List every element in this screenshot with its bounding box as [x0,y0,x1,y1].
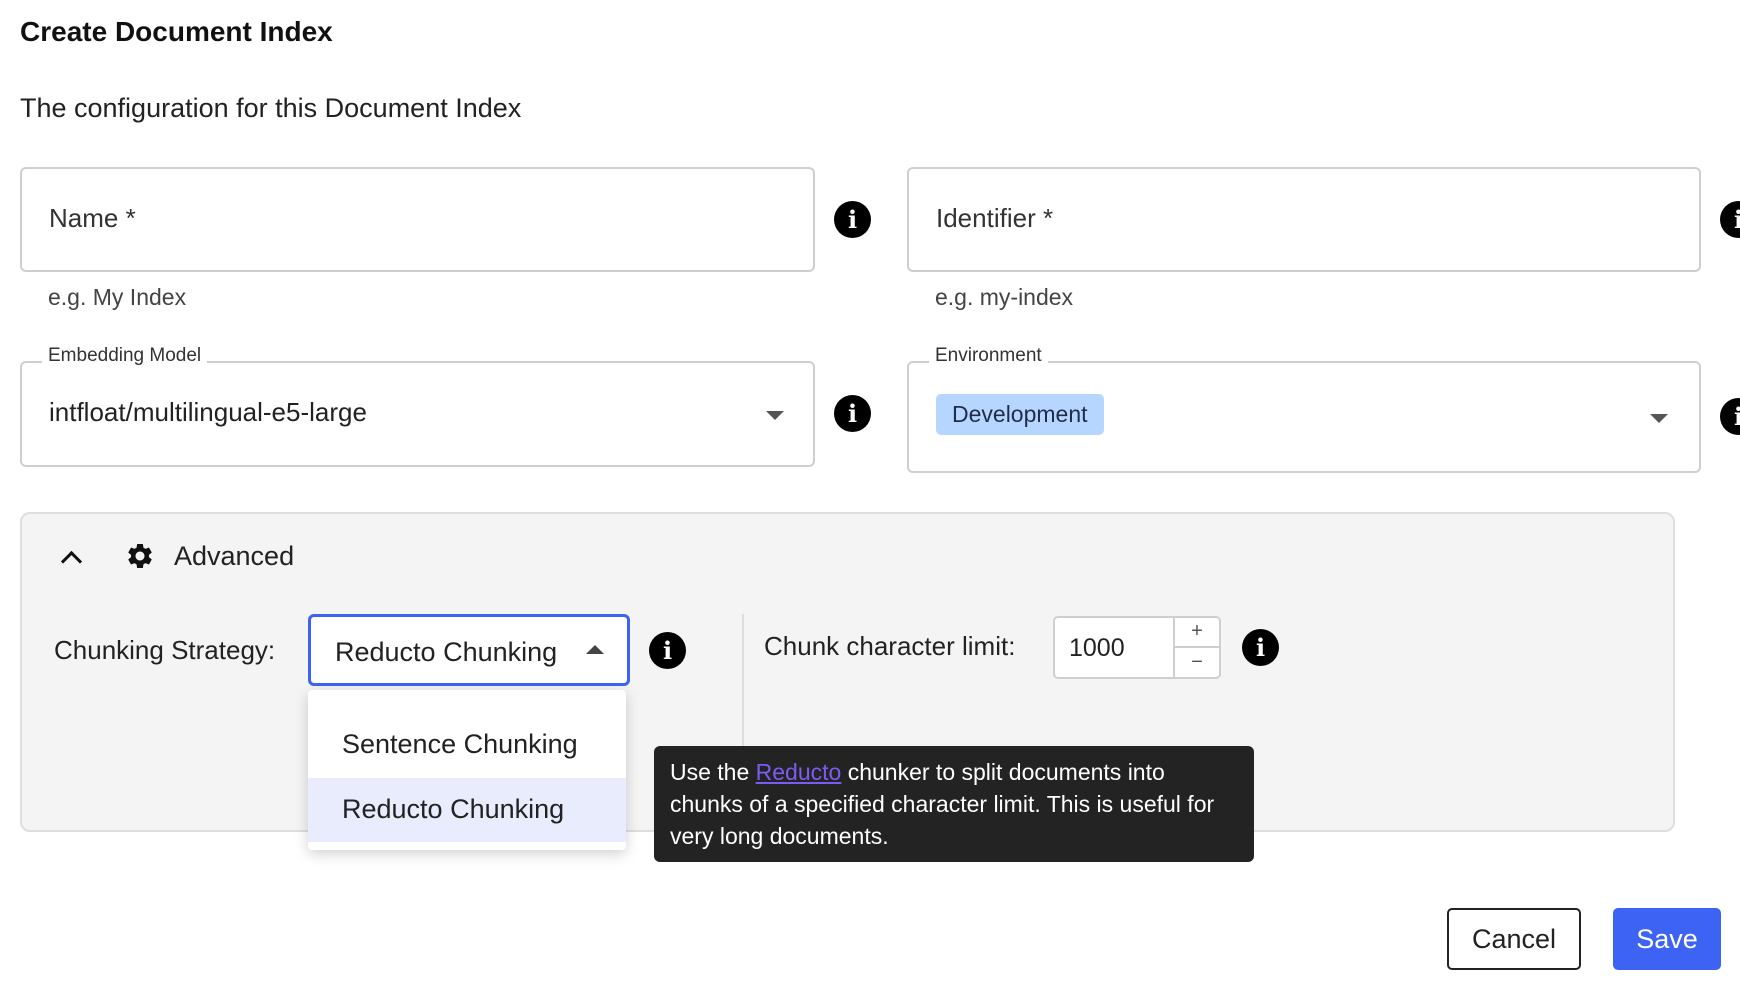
cancel-button[interactable]: Cancel [1447,908,1581,970]
chunk-limit-info-icon[interactable]: i [1242,629,1279,666]
caret-down-icon[interactable] [766,411,784,420]
chunk-limit-stepper: + − [1173,618,1219,677]
advanced-label[interactable]: Advanced [174,541,294,572]
name-helper-text: e.g. My Index [48,284,187,310]
environment-info-icon[interactable]: i [1720,398,1740,435]
chunk-limit-value: 1000 [1069,634,1125,662]
identifier-field-label: Identifier * [936,203,1054,233]
menu-item-reducto-chunking[interactable]: Reducto Chunking [308,778,626,842]
embedding-model-legend: Embedding Model [42,345,208,367]
caret-down-icon[interactable] [1650,414,1668,423]
chunk-limit-input[interactable]: 1000 + − [1053,616,1221,679]
menu-item-label: Sentence Chunking [342,729,578,759]
chunking-strategy-info-icon[interactable]: i [649,632,686,669]
chunking-tooltip: Use the Reducto chunker to split documen… [654,746,1254,862]
chunking-strategy-value: Reducto Chunking [335,637,558,667]
environment-select[interactable]: Development [907,361,1701,473]
decrement-button[interactable]: − [1175,648,1219,678]
chevron-up-icon[interactable] [60,550,83,573]
identifier-info-icon[interactable]: i [1720,201,1740,238]
menu-item-sentence-chunking[interactable]: Sentence Chunking [308,713,626,777]
menu-item-label: Reducto Chunking [342,794,565,824]
name-info-icon[interactable]: i [834,201,871,238]
embedding-model-select[interactable]: intfloat/multilingual-e5-large [20,361,815,467]
caret-up-icon[interactable] [586,645,604,654]
identifier-helper-text: e.g. my-index [935,284,1074,310]
environment-legend: Environment [929,345,1048,367]
embedding-model-info-icon[interactable]: i [834,395,871,432]
chunking-strategy-label: Chunking Strategy: [54,635,276,665]
increment-button[interactable]: + [1175,618,1219,648]
identifier-field[interactable]: Identifier * [907,167,1701,272]
environment-chip: Development [936,394,1104,435]
gear-icon [128,544,152,568]
page-title: Create Document Index [20,16,333,47]
save-button[interactable]: Save [1613,908,1721,970]
name-field-label: Name * [49,203,136,233]
chunking-strategy-menu: Sentence Chunking Reducto Chunking [308,690,626,850]
embedding-model-value: intfloat/multilingual-e5-large [49,397,367,427]
page-subtitle: The configuration for this Document Inde… [20,93,522,123]
chunk-limit-label: Chunk character limit: [764,631,1016,661]
chunking-strategy-select[interactable]: Reducto Chunking [308,614,630,686]
name-field[interactable]: Name * [20,167,815,272]
reducto-link[interactable]: Reducto [756,759,842,785]
tooltip-prefix: Use the [670,759,756,785]
